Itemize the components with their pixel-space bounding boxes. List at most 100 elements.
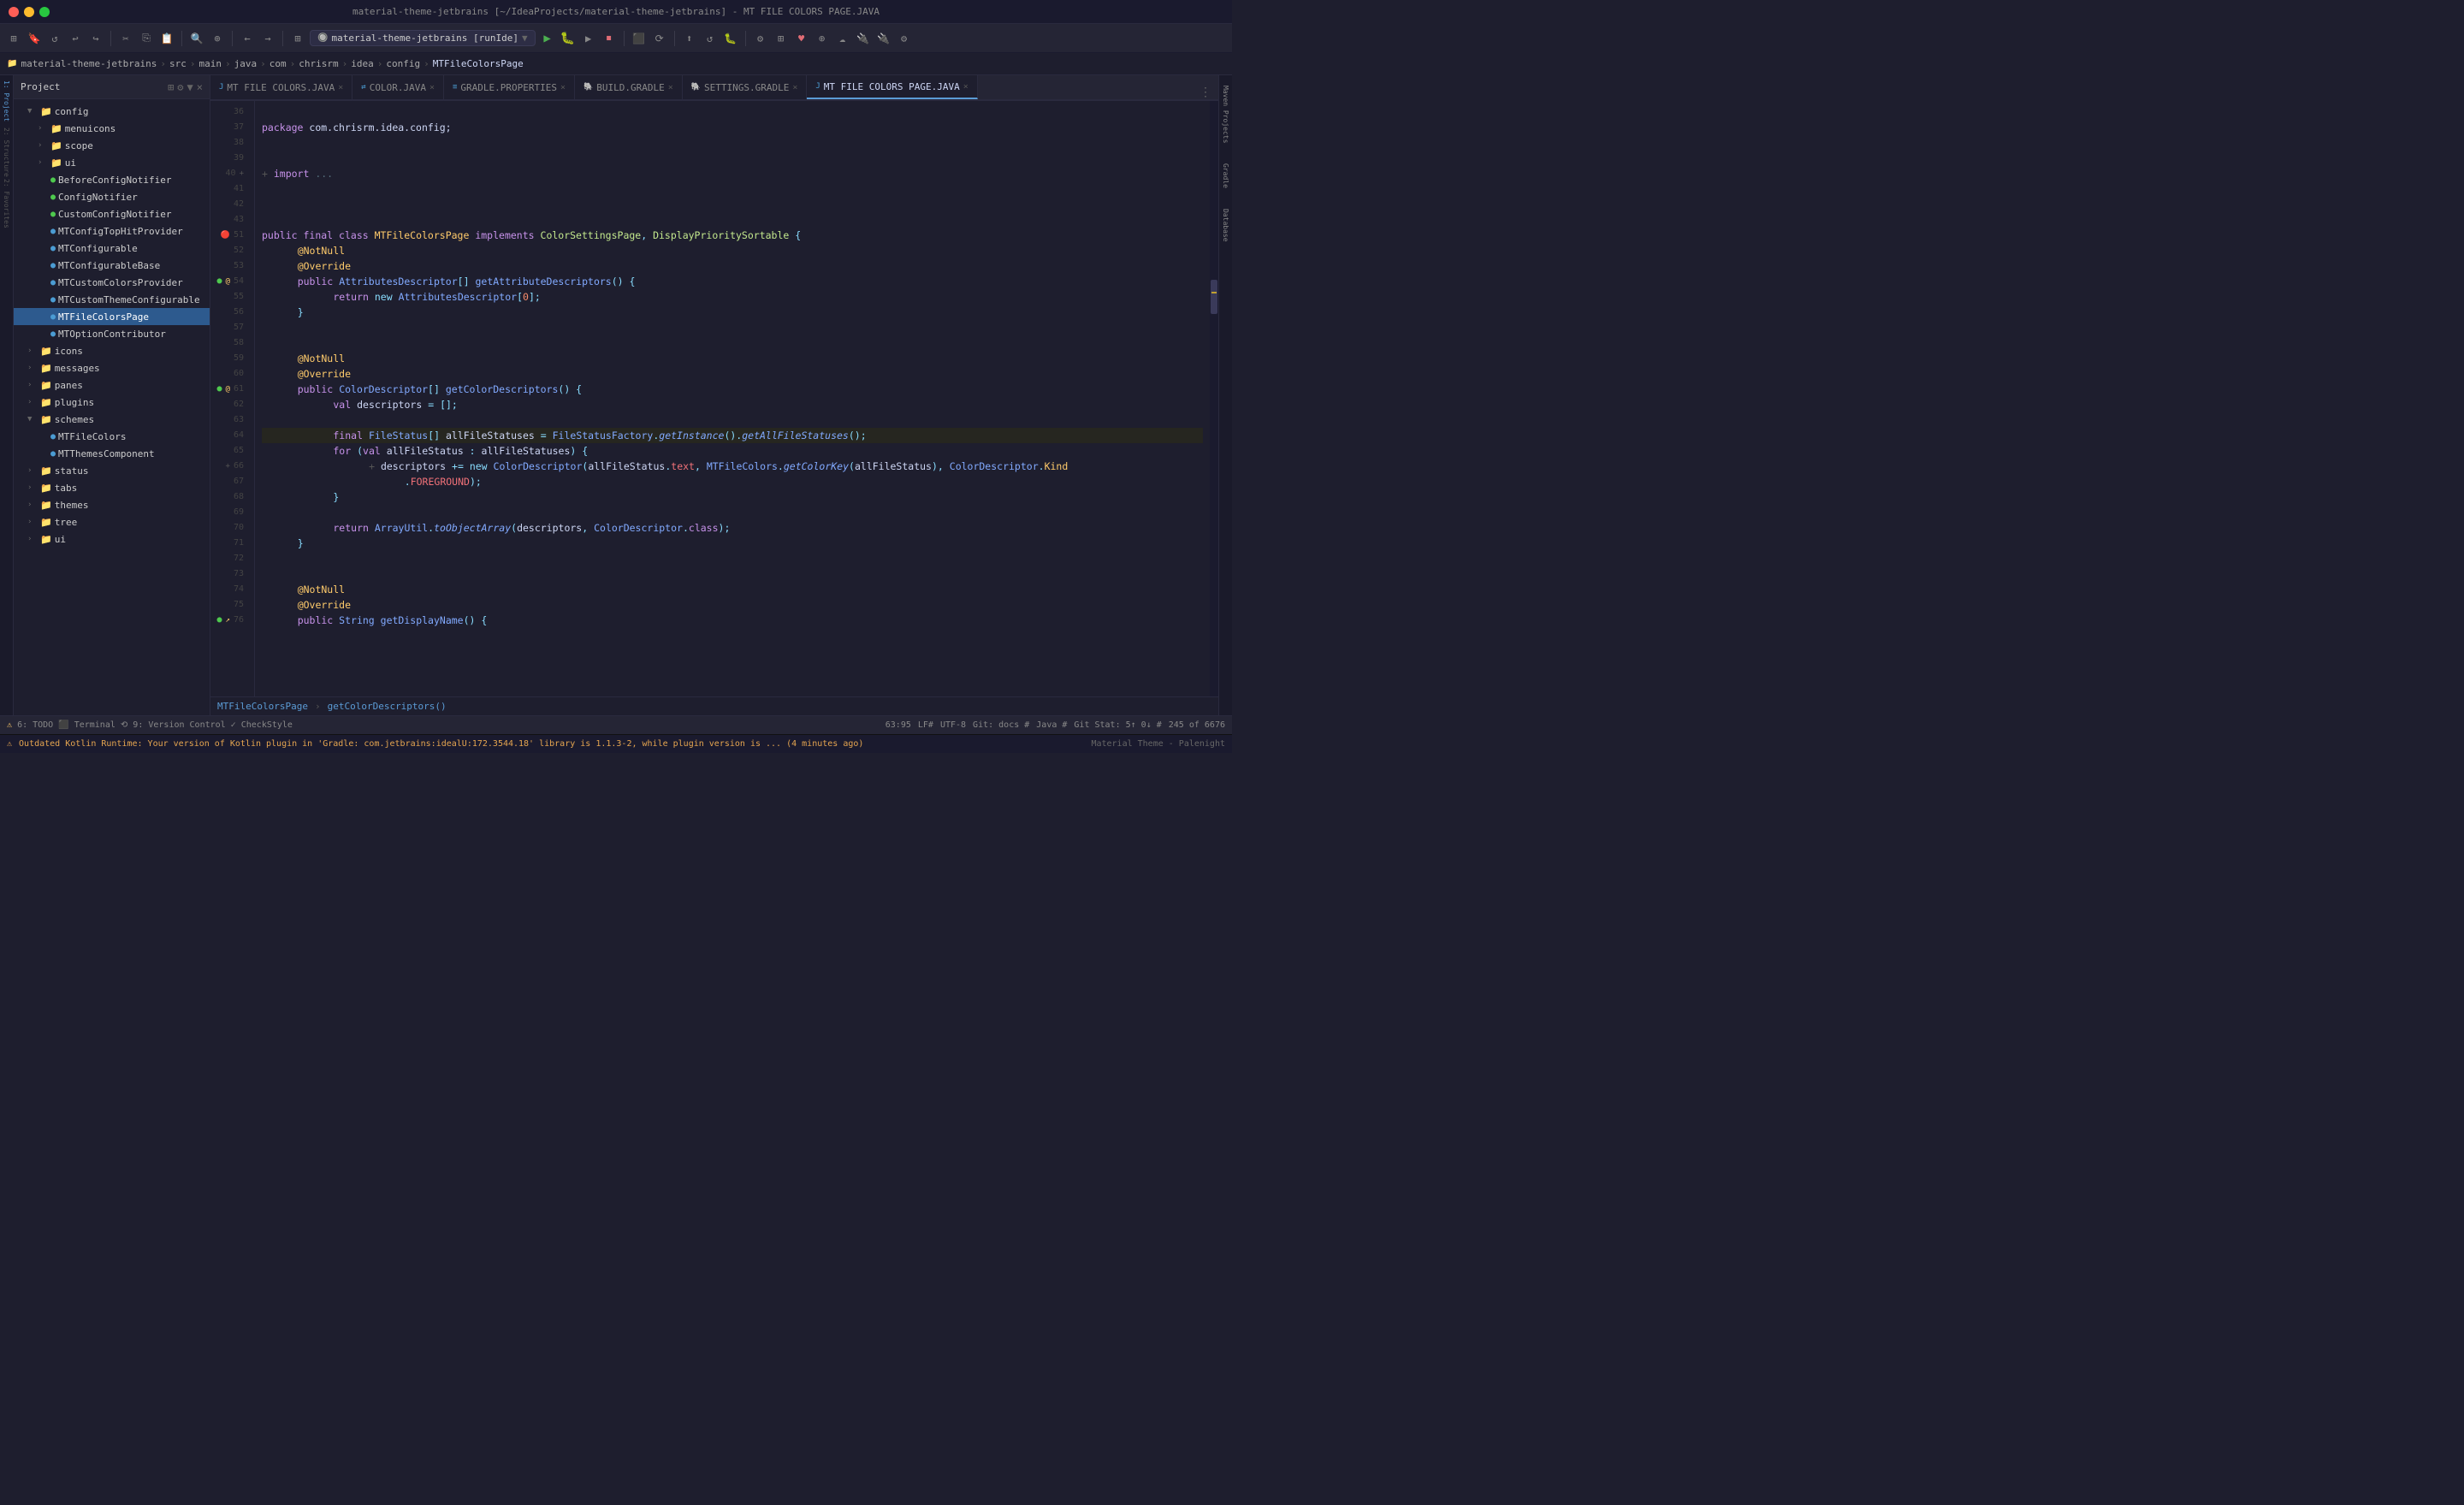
plugins-btn[interactable]: ⊞ bbox=[773, 30, 790, 47]
heart-btn[interactable]: ♥ bbox=[793, 30, 810, 47]
tree-item-mtthemescomponent[interactable]: › ● MTThemesComponent bbox=[14, 445, 210, 462]
breadcrumb-java[interactable]: java bbox=[234, 58, 258, 69]
tab-color[interactable]: ⇄ COLOR.JAVA × bbox=[352, 75, 444, 99]
plugin3-btn[interactable]: 🔌 bbox=[875, 30, 892, 47]
plugin2-btn[interactable]: 🔌 bbox=[855, 30, 872, 47]
tree-item-icons[interactable]: › 📁 icons bbox=[14, 342, 210, 359]
tree-item-scope[interactable]: › 📁 scope bbox=[14, 137, 210, 154]
run-configuration[interactable]: 🔘 material-theme-jetbrains [runIde] ▼ bbox=[310, 30, 536, 46]
sync-btn[interactable]: ⊕ bbox=[814, 30, 831, 47]
fold-66[interactable]: + bbox=[226, 459, 230, 474]
copy-btn[interactable]: ⎘ bbox=[138, 30, 155, 47]
refresh-btn[interactable]: ↺ bbox=[46, 30, 63, 47]
paste-btn[interactable]: 📋 bbox=[158, 30, 175, 47]
tab-close-4[interactable]: × bbox=[668, 83, 673, 92]
settings-btn[interactable]: ⚙ bbox=[752, 30, 769, 47]
gradle-tab[interactable]: Gradle bbox=[1219, 153, 1233, 198]
tree-item-beforeconfig[interactable]: › ● BeforeConfigNotifier bbox=[14, 171, 210, 188]
tree-item-panes[interactable]: › 📁 panes bbox=[14, 376, 210, 394]
todo-btn[interactable]: ⚠ 6: TODO bbox=[7, 720, 53, 730]
breadcrumb-file[interactable]: MTFileColorsPage bbox=[433, 58, 524, 69]
checkstyle-btn[interactable]: ✓ CheckStyle bbox=[231, 720, 293, 730]
tree-item-tabs[interactable]: › 📁 tabs bbox=[14, 479, 210, 496]
tab-mt-file-colors-page[interactable]: J MT FILE COLORS PAGE.JAVA × bbox=[807, 75, 977, 99]
tab-mt-file-colors[interactable]: J MT FILE COLORS.JAVA × bbox=[210, 75, 352, 99]
project-btn[interactable]: ⊞ bbox=[5, 30, 22, 47]
tree-item-mtconfig-top[interactable]: › ● MTConfigTopHitProvider bbox=[14, 222, 210, 240]
tree-item-menuicons[interactable]: › 📁 menuicons bbox=[14, 120, 210, 137]
tree-item-plugins[interactable]: › 📁 plugins bbox=[14, 394, 210, 411]
tree-close-btn[interactable]: × bbox=[197, 81, 203, 93]
structure-panel-tab[interactable]: 2: Structure bbox=[0, 127, 14, 178]
tree-item-mtoptioncontributor[interactable]: › ● MTOptionContributor bbox=[14, 325, 210, 342]
search2-btn[interactable]: ⊕ bbox=[209, 30, 226, 47]
update-btn[interactable]: ↺ bbox=[702, 30, 719, 47]
tree-gear-btn[interactable]: ⚙ bbox=[177, 81, 183, 93]
breadcrumb-main[interactable]: main bbox=[199, 58, 222, 69]
tab-close-5[interactable]: × bbox=[792, 83, 797, 92]
git-stat[interactable]: Git Stat: 5↑ 0↓ # bbox=[1074, 720, 1161, 730]
search-btn[interactable]: 🔍 bbox=[188, 30, 205, 47]
vc-btn[interactable]: ⟲ 9: Version Control bbox=[121, 720, 226, 730]
cut-btn[interactable]: ✂ bbox=[117, 30, 134, 47]
tree-item-mtfilecolors[interactable]: › ● MTFileColors bbox=[14, 428, 210, 445]
tree-item-confignotifier[interactable]: › ● ConfigNotifier bbox=[14, 188, 210, 205]
run-button[interactable]: ▶ bbox=[539, 30, 556, 47]
tree-item-tree[interactable]: › 📁 tree bbox=[14, 513, 210, 530]
close-button[interactable] bbox=[9, 7, 19, 17]
breadcrumb-config[interactable]: config bbox=[386, 58, 420, 69]
window-controls[interactable] bbox=[9, 7, 50, 17]
tree-item-mtconfigurable[interactable]: › ● MTConfigurable bbox=[14, 240, 210, 257]
tab-gradle-props[interactable]: ≡ GRADLE.PROPERTIES × bbox=[444, 75, 575, 99]
tab-close-1[interactable]: × bbox=[338, 83, 343, 92]
breadcrumb-src[interactable]: src bbox=[169, 58, 187, 69]
run-with-coverage-btn[interactable]: ▶ bbox=[580, 30, 597, 47]
undo-btn[interactable]: ↩ bbox=[67, 30, 84, 47]
java-version[interactable]: Java # bbox=[1036, 720, 1067, 730]
encoding[interactable]: UTF-8 bbox=[940, 720, 966, 730]
deploy-btn[interactable]: ⬆ bbox=[681, 30, 698, 47]
tab-close-3[interactable]: × bbox=[560, 83, 566, 92]
tree-item-messages[interactable]: › 📁 messages bbox=[14, 359, 210, 376]
tree-expand-btn[interactable]: ▼ bbox=[187, 81, 193, 93]
minimize-button[interactable] bbox=[24, 7, 34, 17]
build-btn[interactable]: ⬛ bbox=[631, 30, 648, 47]
tree-item-mtfilecolorspage[interactable]: › ● MTFileColorsPage bbox=[14, 308, 210, 325]
breadcrumb-root[interactable]: material-theme-jetbrains bbox=[21, 58, 157, 69]
project-panel-tab[interactable]: 1: Project bbox=[0, 75, 14, 127]
git-branch[interactable]: Git: docs # bbox=[973, 720, 1029, 730]
maximize-button[interactable] bbox=[39, 7, 50, 17]
breadcrumb-bottom-file[interactable]: MTFileColorsPage bbox=[217, 701, 308, 712]
redo-btn[interactable]: ↪ bbox=[87, 30, 104, 47]
terminal-btn[interactable]: ⬛ Terminal bbox=[58, 720, 116, 730]
tab-overflow[interactable]: ⋮ bbox=[1193, 86, 1218, 99]
debug-button[interactable]: 🐛 bbox=[560, 30, 577, 47]
tree-item-config[interactable]: ▼ 📁 config bbox=[14, 103, 210, 120]
breadcrumb-com[interactable]: com bbox=[270, 58, 287, 69]
rebuild-btn[interactable]: ⟳ bbox=[651, 30, 668, 47]
cloud-btn[interactable]: ☁ bbox=[834, 30, 851, 47]
breadcrumb-bottom-method[interactable]: getColorDescriptors() bbox=[328, 701, 447, 712]
fold-40[interactable]: + bbox=[240, 166, 244, 181]
tree-item-customconfig[interactable]: › ● CustomConfigNotifier bbox=[14, 205, 210, 222]
code-content[interactable]: package com.chrisrm.idea.config; + impor… bbox=[255, 101, 1210, 696]
tree-item-mtcustomcolors[interactable]: › ● MTCustomColorsProvider bbox=[14, 274, 210, 291]
back-btn[interactable]: ← bbox=[239, 30, 256, 47]
debug2-btn[interactable]: 🐛 bbox=[722, 30, 739, 47]
tree-scope-btn[interactable]: ⊞ bbox=[168, 81, 174, 93]
maven-projects-tab[interactable]: Maven Projects bbox=[1219, 75, 1233, 153]
settings2-btn[interactable]: ⚙ bbox=[896, 30, 913, 47]
tree-item-themes[interactable]: › 📁 themes bbox=[14, 496, 210, 513]
bookmark-btn[interactable]: 🔖 bbox=[26, 30, 43, 47]
stop-btn[interactable]: ⏹ bbox=[601, 30, 618, 47]
favorites-panel-tab[interactable]: 2: Favorites bbox=[0, 178, 14, 229]
tab-build-gradle[interactable]: 🐘 BUILD.GRADLE × bbox=[575, 75, 683, 99]
tree-item-status[interactable]: › 📁 status bbox=[14, 462, 210, 479]
tree-item-ui-bottom[interactable]: › 📁 ui bbox=[14, 530, 210, 548]
tree-item-schemes[interactable]: ▼ 📁 schemes bbox=[14, 411, 210, 428]
tree-item-mtconfigurablebase[interactable]: › ● MTConfigurableBase bbox=[14, 257, 210, 274]
tab-close-2[interactable]: × bbox=[429, 83, 435, 92]
database-tab[interactable]: Database bbox=[1219, 198, 1233, 252]
code-editor[interactable]: 36 37 38 39 40 + 41 42 43 🔴 51 52 bbox=[210, 101, 1218, 696]
grid-btn[interactable]: ⊞ bbox=[289, 30, 306, 47]
